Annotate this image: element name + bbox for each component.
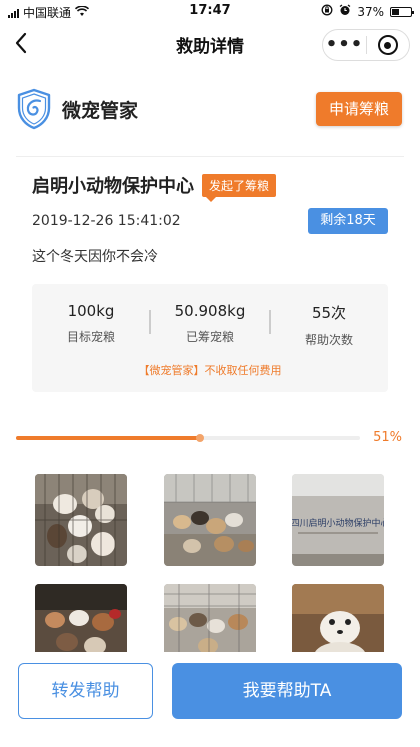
stats-panel: 100kg 目标宠粮 50.908kg 已筹宠粮 55次 帮助次数 【微宠管家】… bbox=[32, 284, 388, 392]
share-help-button[interactable]: 转发帮助 bbox=[18, 663, 153, 719]
target-close-icon bbox=[377, 35, 398, 55]
stat-label: 已筹宠粮 bbox=[185, 330, 234, 344]
divider bbox=[16, 156, 404, 157]
alarm-icon bbox=[339, 4, 351, 19]
campaign-description: 这个冬天因你不会冷 bbox=[32, 249, 158, 265]
remaining-days-badge: 剩余18天 bbox=[308, 208, 388, 234]
status-bar: 中国联通 17:47 37% bbox=[0, 0, 420, 22]
center-title-row: 启明小动物保护中心 发起了筹粮 bbox=[32, 172, 277, 202]
progress-fill bbox=[16, 436, 200, 440]
raised-badge: 发起了筹粮 bbox=[202, 173, 277, 202]
photo-dogs-in-cage[interactable] bbox=[35, 474, 127, 566]
navigation-bar: 救助详情 ••• bbox=[0, 22, 420, 66]
more-button[interactable]: ••• bbox=[323, 31, 366, 59]
stat-label: 目标宠粮 bbox=[66, 330, 115, 344]
stat-value: 55次 bbox=[311, 304, 347, 322]
org-name: 微宠管家 bbox=[62, 99, 139, 122]
stat-target: 100kg 目标宠粮 bbox=[32, 302, 150, 345]
campaign-date: 2019-12-26 15:41:02 bbox=[32, 213, 181, 229]
progress-bar bbox=[16, 434, 360, 442]
photo-center-wall-sign[interactable]: 四川启明小动物保护中心 bbox=[292, 474, 384, 566]
battery-icon bbox=[390, 6, 414, 17]
stat-value: 50.908kg bbox=[174, 302, 246, 320]
i-want-to-help-button[interactable]: 我要帮助TA bbox=[172, 663, 402, 719]
close-miniprogram-button[interactable] bbox=[367, 35, 409, 55]
rotation-lock-icon bbox=[321, 4, 333, 19]
stat-value: 100kg bbox=[67, 302, 115, 320]
center-name: 启明小动物保护中心 bbox=[32, 176, 194, 197]
stat-label: 帮助次数 bbox=[304, 333, 353, 347]
bottom-action-bar: 转发帮助 我要帮助TA bbox=[0, 652, 420, 747]
photo-dogs-yard[interactable] bbox=[164, 474, 256, 566]
shield-logo-icon bbox=[16, 88, 52, 130]
battery-percent: 37% bbox=[357, 4, 384, 19]
wall-sign-text: 四川启明小动物保护中心 bbox=[292, 517, 384, 529]
miniprogram-capsule: ••• bbox=[322, 29, 410, 61]
progress-percent: 51% bbox=[373, 430, 402, 445]
stat-raised: 50.908kg 已筹宠粮 bbox=[151, 302, 269, 345]
stat-help-count: 55次 帮助次数 bbox=[270, 302, 388, 348]
org-header: 微宠管家 申请筹粮 bbox=[16, 88, 404, 130]
apply-food-button[interactable]: 申请筹粮 bbox=[316, 92, 402, 126]
status-right: 37% bbox=[321, 4, 414, 19]
progress-knob bbox=[196, 434, 204, 442]
fee-notice: 【微宠管家】不收取任何费用 bbox=[138, 364, 282, 377]
